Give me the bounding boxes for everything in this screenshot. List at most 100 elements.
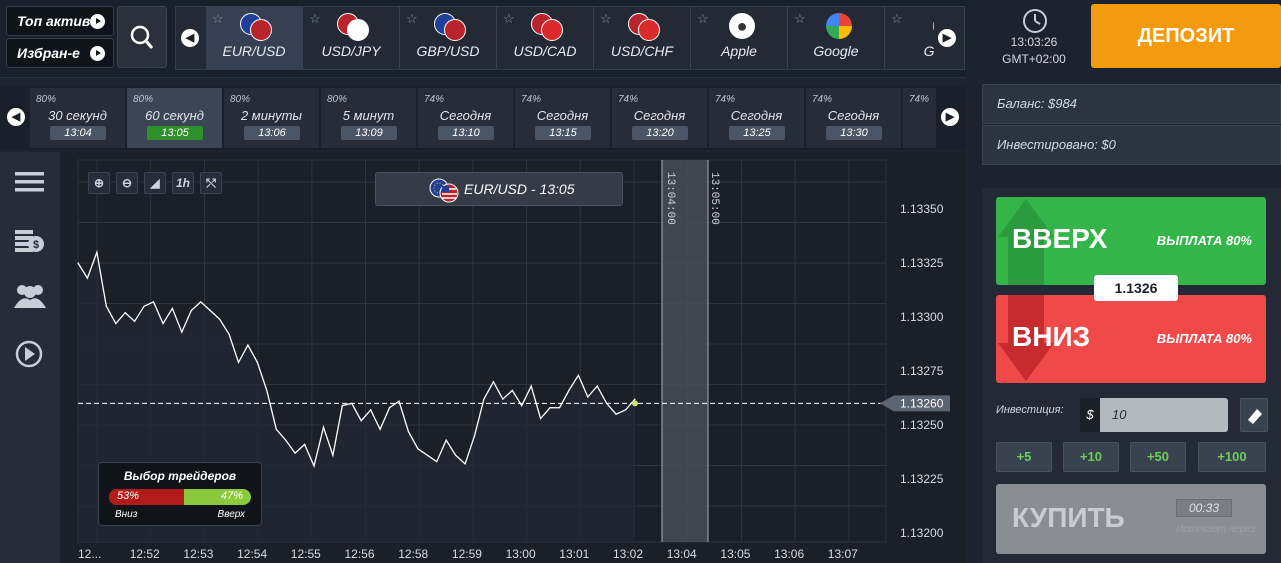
expiry-time: 13:05 <box>147 126 203 140</box>
expiry-prev-arrow-icon[interactable]: ◀ <box>7 108 25 126</box>
favorites-button[interactable]: Избран-е <box>6 38 114 68</box>
expiry-tab[interactable]: 80% 30 секунд 13:04 <box>30 88 126 148</box>
add-10-button[interactable]: +10 <box>1063 442 1119 472</box>
price-point <box>445 439 447 441</box>
expiry-tab[interactable]: 74% Сегодня 13:15 <box>515 88 611 148</box>
invested-field: Инвестировано: $0 <box>982 125 1281 165</box>
deposit-button[interactable]: ДЕПОЗИТ <box>1091 4 1281 68</box>
chart-type-icon[interactable]: ◢ <box>144 172 166 194</box>
current-price-dot <box>632 400 638 407</box>
favorite-star-icon[interactable]: ☆ <box>309 11 321 27</box>
clear-amount-button[interactable] <box>1240 398 1268 432</box>
left-sidebar: $ <box>0 152 60 563</box>
add-50-button[interactable]: +50 <box>1130 442 1186 472</box>
traders-choice-title: Выбор трейдеров <box>123 469 237 483</box>
buy-button[interactable]: КУПИТЬ 00:33 Истекает через <box>996 484 1266 554</box>
down-button[interactable]: ВНИЗ ВЫПЛАТА 80% <box>996 295 1266 383</box>
assets-prev-arrow-icon[interactable]: ◀ <box>181 29 199 47</box>
favorite-star-icon[interactable]: ☆ <box>600 11 612 27</box>
x-tick-label: 12:53 <box>183 547 213 561</box>
chart-title: EUR/USD - 13:05 <box>375 172 623 206</box>
expiry-tab[interactable]: 74% Сегодня 13:20 <box>612 88 708 148</box>
favorite-star-icon[interactable]: ☆ <box>794 11 806 27</box>
price-point <box>511 389 513 391</box>
favorite-star-icon[interactable]: ☆ <box>891 11 903 27</box>
zoom-in-icon[interactable]: ⊕ <box>88 172 110 194</box>
asset-tab-google[interactable]: ☆ Google <box>788 7 885 69</box>
apple-logo-icon: ● <box>725 13 757 41</box>
expiry-tab[interactable]: 74% Сегодня 13:25 <box>709 88 805 148</box>
x-tick-label: 13:05 <box>720 547 750 561</box>
expiry-tab[interactable]: 80% 60 секунд 13:05 <box>127 88 223 148</box>
price-point <box>332 454 334 456</box>
asset-list: ◀ ☆ EUR/USD ☆ USD/JPY ☆ GBP/USD ☆ USD/CAD ☆ USD/C… <box>175 6 965 70</box>
price-chart[interactable]: 13:04:00 13:05:00 1.13260 1.13350 1.13325 1.1… <box>60 152 966 563</box>
asset-tab-usd-chf[interactable]: ☆ USD/CHF <box>594 7 691 69</box>
add-5-button[interactable]: +5 <box>996 442 1052 472</box>
coins-icon[interactable]: $ <box>15 230 44 252</box>
expiry-time: 13:04 <box>50 126 106 140</box>
asset-label: GBP/USD <box>416 43 480 59</box>
expiry-name: Сегодня <box>536 108 589 123</box>
price-point <box>577 374 580 376</box>
price-point <box>407 430 409 433</box>
indicators-icon[interactable]: ⤲ <box>200 172 222 194</box>
price-point <box>322 426 325 428</box>
asset-tab-eur-usd[interactable]: ☆ EUR/USD <box>206 7 303 69</box>
asset-label: Go <box>923 43 934 59</box>
expiry-tab[interactable]: 80% 5 минут 13:09 <box>321 88 417 148</box>
expiry-payout: 80% <box>36 94 57 105</box>
clock-icon <box>1023 9 1047 33</box>
price-point <box>275 428 277 430</box>
price-point <box>228 333 230 335</box>
up-button[interactable]: ВВЕРХ ВЫПЛАТА 80% <box>996 197 1266 285</box>
favorite-star-icon[interactable]: ☆ <box>212 11 224 27</box>
traders-choice-bar: 53% 47% <box>109 489 251 505</box>
expiry-name: 30 секунд <box>48 108 107 123</box>
top-assets-button[interactable]: Топ актив <box>6 6 114 36</box>
search-button[interactable] <box>117 6 167 68</box>
asset-tab-go[interactable]: ☆ Go <box>885 7 934 69</box>
y-tick-label: 1.13250 <box>900 418 944 432</box>
price-point <box>105 305 107 307</box>
favorite-star-icon[interactable]: ☆ <box>697 11 709 27</box>
x-tick-label: 13:07 <box>828 547 858 561</box>
favorite-star-icon[interactable]: ☆ <box>503 11 515 27</box>
price-point <box>124 312 126 314</box>
price-point <box>417 448 419 450</box>
price-point <box>304 443 306 445</box>
x-tick-label: 13:00 <box>506 547 536 561</box>
asset-tab-gbp-usd[interactable]: ☆ GBP/USD <box>400 7 497 69</box>
expiry-tab[interactable]: 74% Сегодня 13:10 <box>418 88 514 148</box>
assets-next-arrow-icon[interactable]: ▶ <box>938 29 956 47</box>
price-point <box>530 385 532 387</box>
add-100-button[interactable]: +100 <box>1198 442 1266 472</box>
eur-usd-flag-icon <box>429 178 459 203</box>
menu-icon[interactable] <box>15 172 44 192</box>
timezone: GMT+02:00 <box>1002 52 1066 66</box>
expiry-band-start-label: 13:04:00 <box>664 172 676 225</box>
price-point <box>266 389 268 391</box>
expiry-next-arrow-icon[interactable]: ▶ <box>941 108 959 126</box>
expiry-tab[interactable]: 80% 2 минуты 13:06 <box>224 88 320 148</box>
price-point <box>209 309 211 312</box>
price-point <box>455 454 457 456</box>
asset-tab-apple[interactable]: ☆ ● Apple <box>691 7 788 69</box>
play-circle-icon[interactable] <box>15 340 43 368</box>
favorite-star-icon[interactable]: ☆ <box>406 11 418 27</box>
expiry-tab[interactable]: 74% Сегодня 13:30 <box>806 88 902 148</box>
asset-tab-usd-jpy[interactable]: ☆ USD/JPY <box>303 7 400 69</box>
price-point <box>398 400 400 402</box>
expiry-tab[interactable]: 74% С <box>903 88 936 148</box>
price-point <box>341 405 343 407</box>
expiry-name: Сегодня <box>633 108 686 123</box>
price-point <box>162 322 164 325</box>
investment-input[interactable]: $ 10 <box>1080 398 1228 432</box>
timeframe-1h-button[interactable]: 1h <box>172 172 194 194</box>
zoom-out-icon[interactable]: ⊖ <box>116 172 138 194</box>
price-point <box>360 420 362 422</box>
price-point <box>313 465 315 467</box>
asset-tab-usd-cad[interactable]: ☆ USD/CAD <box>497 7 594 69</box>
users-icon[interactable] <box>14 285 46 308</box>
x-tick-label: 13:04 <box>667 547 697 561</box>
